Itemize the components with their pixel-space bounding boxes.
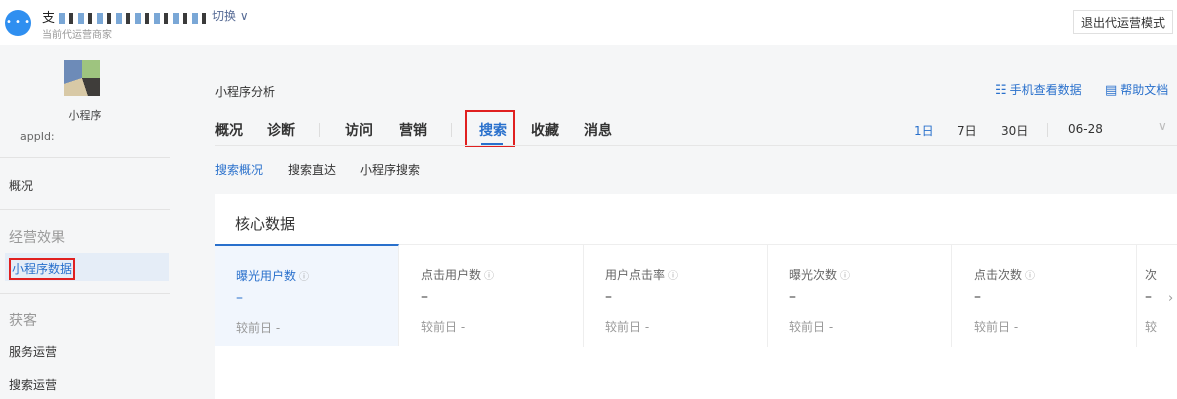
metric-exposure-count[interactable]: 曝光次数 ⓘ – 较前日 - <box>768 245 952 347</box>
metric-click-count[interactable]: 点击次数 ⓘ – 较前日 - <box>953 245 1137 347</box>
metric-compare: 较前日 - <box>605 320 650 334</box>
tab-search[interactable]: 搜索 <box>465 110 515 147</box>
tab-separator <box>319 123 320 137</box>
info-icon[interactable]: ⓘ <box>484 271 494 282</box>
app-avatar <box>64 60 100 96</box>
metric-value: – <box>605 289 612 305</box>
top-bar: • • • 支 切换 ∨ 当前代运营商家 退出代运营模式 <box>0 0 1177 45</box>
app-name: 小程序 <box>68 109 102 122</box>
sidebar-divider <box>0 293 170 294</box>
range-30d[interactable]: 30日 <box>1001 122 1028 139</box>
metric-exposure-users[interactable]: 曝光用户数 ⓘ – 较前日 - <box>215 244 399 346</box>
metric-label-text: 曝光用户数 <box>236 269 297 283</box>
tabs-divider <box>215 145 1177 146</box>
metric-value: – <box>1145 289 1152 305</box>
sidebar-divider <box>0 209 170 210</box>
tab-diagnosis[interactable]: 诊断 <box>267 120 295 140</box>
merchant-avatar[interactable]: • • • <box>5 10 31 36</box>
date-picker[interactable]: 06-28 <box>1068 122 1103 136</box>
subtab-search-overview[interactable]: 搜索概况 <box>215 161 263 178</box>
info-icon[interactable]: ⓘ <box>840 271 850 282</box>
exit-proxy-mode-button[interactable]: 退出代运营模式 <box>1073 10 1173 34</box>
sidebar-item-overview[interactable]: 概况 <box>9 177 33 194</box>
sidebar: 小程序 appId: 概况 经营效果 小程序数据 获客 服务运营 搜索运营 <box>0 45 185 399</box>
info-icon[interactable]: ⓘ <box>1025 271 1035 282</box>
tab-search-label: 搜索 <box>479 123 507 139</box>
range-7d[interactable]: 7日 <box>957 122 977 139</box>
sidebar-divider <box>0 157 170 158</box>
app-id: appId: <box>20 130 55 143</box>
mobile-data-link[interactable]: ☷ 手机查看数据 <box>995 81 1082 98</box>
sidebar-item-miniprogram-data[interactable]: 小程序数据 <box>5 253 169 281</box>
qr-code-icon: ☷ <box>995 83 1007 98</box>
metric-compare: 较前日 - <box>236 321 281 335</box>
sidebar-item-search-ops[interactable]: 搜索运营 <box>9 376 57 393</box>
help-doc-link[interactable]: ▤ 帮助文档 <box>1105 81 1168 98</box>
sidebar-group-effect: 经营效果 <box>9 230 65 246</box>
merchant-name: 支 <box>42 7 210 26</box>
merchant-subtitle: 当前代运营商家 <box>42 30 112 41</box>
sidebar-item-service-ops[interactable]: 服务运营 <box>9 343 57 360</box>
tab-overview[interactable]: 概况 <box>215 120 243 140</box>
core-data-card: 核心数据 曝光用户数 ⓘ – 较前日 - 点击用户数 ⓘ – 较前日 - 用户点击率… <box>215 194 1177 399</box>
range-separator <box>1047 123 1048 137</box>
metric-value: – <box>421 289 428 305</box>
metric-click-users[interactable]: 点击用户数 ⓘ – 较前日 - <box>400 245 584 347</box>
metric-label-text: 点击次数 <box>974 268 1023 282</box>
merchant-name-redacted <box>59 13 210 24</box>
sidebar-item-label: 小程序数据 <box>9 258 76 280</box>
mobile-data-label: 手机查看数据 <box>1009 83 1082 97</box>
main-content: 小程序分析 ☷ 手机查看数据 ▤ 帮助文档 概况 诊断 访问 营销 搜索 收藏 消息… <box>185 45 1177 399</box>
tab-marketing[interactable]: 营销 <box>399 120 427 140</box>
metric-label-text: 点击用户数 <box>421 268 482 282</box>
metric-label: 点击用户数 ⓘ <box>421 266 494 283</box>
metrics-row: 曝光用户数 ⓘ – 较前日 - 点击用户数 ⓘ – 较前日 - 用户点击率 ⓘ – 较… <box>215 244 1177 348</box>
subtab-search-direct[interactable]: 搜索直达 <box>288 161 336 178</box>
metric-value: – <box>974 289 981 305</box>
info-icon[interactable]: ⓘ <box>668 271 678 282</box>
metric-label-text: 曝光次数 <box>789 268 838 282</box>
tab-favorites[interactable]: 收藏 <box>531 120 559 140</box>
metric-label: 次 <box>1145 268 1158 282</box>
metric-value: – <box>236 290 243 306</box>
metric-value: – <box>789 289 796 305</box>
metric-label-text: 用户点击率 <box>605 268 666 282</box>
metric-compare: 较 <box>1145 320 1158 334</box>
chevron-down-icon[interactable]: ∨ <box>1158 119 1167 133</box>
metric-label: 用户点击率 ⓘ <box>605 266 678 283</box>
switch-merchant-link[interactable]: 切换 ∨ <box>212 7 249 24</box>
metric-label: 曝光用户数 ⓘ <box>236 267 309 284</box>
chevron-right-icon[interactable]: › <box>1168 291 1173 306</box>
subtab-miniprogram-search[interactable]: 小程序搜索 <box>360 161 420 178</box>
metric-compare: 较前日 - <box>974 320 1019 334</box>
document-icon: ▤ <box>1105 83 1118 98</box>
tab-messages[interactable]: 消息 <box>584 120 612 140</box>
help-doc-label: 帮助文档 <box>1120 83 1169 97</box>
metric-label: 点击次数 ⓘ <box>974 266 1035 283</box>
metric-compare: 较前日 - <box>789 320 834 334</box>
range-1d[interactable]: 1日 <box>914 122 934 139</box>
tab-separator <box>451 123 452 137</box>
sidebar-group-acquire: 获客 <box>9 313 37 329</box>
page-title: 小程序分析 <box>215 85 276 99</box>
metric-user-ctr[interactable]: 用户点击率 ⓘ – 较前日 - <box>584 245 768 347</box>
card-title: 核心数据 <box>235 215 296 233</box>
metric-label: 曝光次数 ⓘ <box>789 266 850 283</box>
info-icon[interactable]: ⓘ <box>299 272 309 283</box>
metric-compare: 较前日 - <box>421 320 466 334</box>
tab-visit[interactable]: 访问 <box>345 120 373 140</box>
merchant-name-text: 支 <box>42 11 56 26</box>
